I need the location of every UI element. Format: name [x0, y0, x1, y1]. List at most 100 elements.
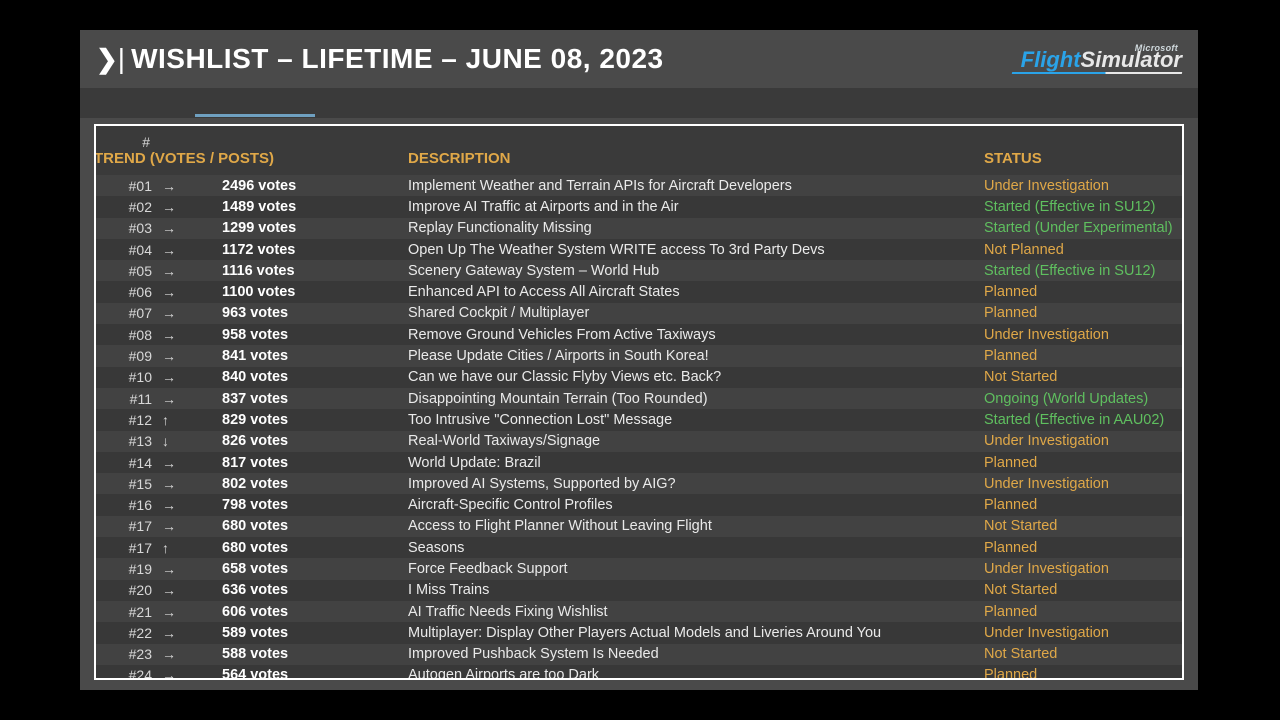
table-row: #24→564 votesAutogen Airports are too Da… [96, 665, 1182, 680]
cell-status: Started (Effective in AAU02) [984, 412, 1174, 428]
cell-rank: #06 [96, 284, 158, 300]
cell-rank: #24 [96, 667, 158, 680]
cell-description: Remove Ground Vehicles From Active Taxiw… [408, 327, 984, 343]
cell-votes: 636 votes [222, 582, 408, 598]
cell-status: Planned [984, 348, 1174, 364]
cell-description: Disappointing Mountain Terrain (Too Roun… [408, 391, 984, 407]
cell-description: Force Feedback Support [408, 561, 984, 577]
cell-trend: → [158, 646, 222, 662]
cell-description: I Miss Trains [408, 582, 984, 598]
col-status: STATUS [984, 150, 1174, 167]
cell-status: Not Started [984, 582, 1174, 598]
table-row: #06→1100 votesEnhanced API to Access All… [96, 281, 1182, 302]
cell-rank: #14 [96, 455, 158, 471]
cell-votes: 589 votes [222, 625, 408, 641]
cell-votes: 826 votes [222, 433, 408, 449]
msfs-logo: Microsoft FlightSimulator [1012, 44, 1182, 74]
cell-status: Started (Effective in SU12) [984, 263, 1174, 279]
table-row: #19→658 votesForce Feedback SupportUnder… [96, 558, 1182, 579]
cell-votes: 1489 votes [222, 199, 408, 215]
cell-trend: → [158, 391, 222, 407]
table-row: #10→840 votesCan we have our Classic Fly… [96, 367, 1182, 388]
cell-status: Planned [984, 604, 1174, 620]
cell-rank: #17 [96, 540, 158, 556]
cell-trend: → [158, 220, 222, 236]
cell-status: Not Started [984, 369, 1174, 385]
col-trend: TREND (VOTES / POSTS) [94, 150, 408, 167]
cell-rank: #03 [96, 220, 158, 236]
cell-votes: 841 votes [222, 348, 408, 364]
cell-rank: #19 [96, 561, 158, 577]
table-row: #16→798 votesAircraft-Specific Control P… [96, 494, 1182, 515]
cell-votes: 2496 votes [222, 178, 408, 194]
cell-status: Under Investigation [984, 625, 1174, 641]
cell-status: Started (Under Experimental) [984, 220, 1174, 236]
table-row: #17→680 votesAccess to Flight Planner Wi… [96, 516, 1182, 537]
cell-description: Multiplayer: Display Other Players Actua… [408, 625, 984, 641]
table-row: #14→817 votesWorld Update: BrazilPlanned [96, 452, 1182, 473]
table-row: #03→1299 votesReplay Functionality Missi… [96, 218, 1182, 239]
cell-status: Under Investigation [984, 433, 1174, 449]
cell-description: Autogen Airports are too Dark [408, 667, 984, 680]
cell-status: Planned [984, 667, 1174, 680]
cell-status: Planned [984, 497, 1174, 513]
cell-status: Under Investigation [984, 476, 1174, 492]
cell-trend: → [158, 242, 222, 258]
cell-description: Real-World Taxiways/Signage [408, 433, 984, 449]
cell-description: Please Update Cities / Airports in South… [408, 348, 984, 364]
cell-status: Ongoing (World Updates) [984, 391, 1174, 407]
cell-status: Planned [984, 284, 1174, 300]
cell-trend: → [158, 348, 222, 364]
cell-description: AI Traffic Needs Fixing Wishlist [408, 604, 984, 620]
cell-trend: → [158, 518, 222, 534]
cell-description: Enhanced API to Access All Aircraft Stat… [408, 284, 984, 300]
cell-votes: 1100 votes [222, 284, 408, 300]
table-row: #20→636 votesI Miss TrainsNot Started [96, 580, 1182, 601]
cell-status: Planned [984, 540, 1174, 556]
cell-description: Shared Cockpit / Multiplayer [408, 305, 984, 321]
cell-trend: → [158, 199, 222, 215]
chevron-right-icon: ❯ [96, 44, 116, 75]
table-row: #21→606 votesAI Traffic Needs Fixing Wis… [96, 601, 1182, 622]
page-title: WISHLIST – LIFETIME – JUNE 08, 2023 [131, 43, 1012, 75]
cell-votes: 958 votes [222, 327, 408, 343]
cell-rank: #11 [96, 391, 158, 407]
cell-trend: → [158, 305, 222, 321]
cell-description: Aircraft-Specific Control Profiles [408, 497, 984, 513]
table-row: #15→802 votesImproved AI Systems, Suppor… [96, 473, 1182, 494]
cell-description: Access to Flight Planner Without Leaving… [408, 518, 984, 534]
table-row: #09→841 votesPlease Update Cities / Airp… [96, 345, 1182, 366]
cell-rank: #15 [96, 476, 158, 492]
cell-trend: → [158, 604, 222, 620]
cell-trend: → [158, 369, 222, 385]
col-trend-spacer [158, 134, 222, 150]
cell-trend: → [158, 582, 222, 598]
cell-votes: 829 votes [222, 412, 408, 428]
cell-trend: → [158, 178, 222, 194]
header-divider [80, 88, 1198, 118]
cell-rank: #09 [96, 348, 158, 364]
col-desc: DESCRIPTION [408, 150, 984, 167]
logo-underline [1012, 72, 1182, 74]
cell-status: Planned [984, 305, 1174, 321]
wishlist-panel: ❯ | WISHLIST – LIFETIME – JUNE 08, 2023 … [80, 30, 1198, 690]
header-bar: ❯ | WISHLIST – LIFETIME – JUNE 08, 2023 … [80, 30, 1198, 88]
title-separator: | [118, 43, 125, 75]
cell-votes: 817 votes [222, 455, 408, 471]
cell-votes: 606 votes [222, 604, 408, 620]
cell-votes: 658 votes [222, 561, 408, 577]
cell-rank: #10 [96, 369, 158, 385]
cell-votes: 1172 votes [222, 242, 408, 258]
table-row: #23→588 votesImproved Pushback System Is… [96, 644, 1182, 665]
cell-votes: 802 votes [222, 476, 408, 492]
cell-status: Under Investigation [984, 178, 1174, 194]
cell-rank: #05 [96, 263, 158, 279]
table-row: #05→1116 votesScenery Gateway System – W… [96, 260, 1182, 281]
cell-description: Implement Weather and Terrain APIs for A… [408, 178, 984, 194]
cell-rank: #22 [96, 625, 158, 641]
cell-status: Not Started [984, 518, 1174, 534]
wishlist-table: # TREND (VOTES / POSTS) DESCRIPTION STAT… [94, 124, 1184, 680]
table-row: #01→2496 votesImplement Weather and Terr… [96, 175, 1182, 196]
cell-votes: 1116 votes [222, 263, 408, 279]
cell-votes: 680 votes [222, 540, 408, 556]
